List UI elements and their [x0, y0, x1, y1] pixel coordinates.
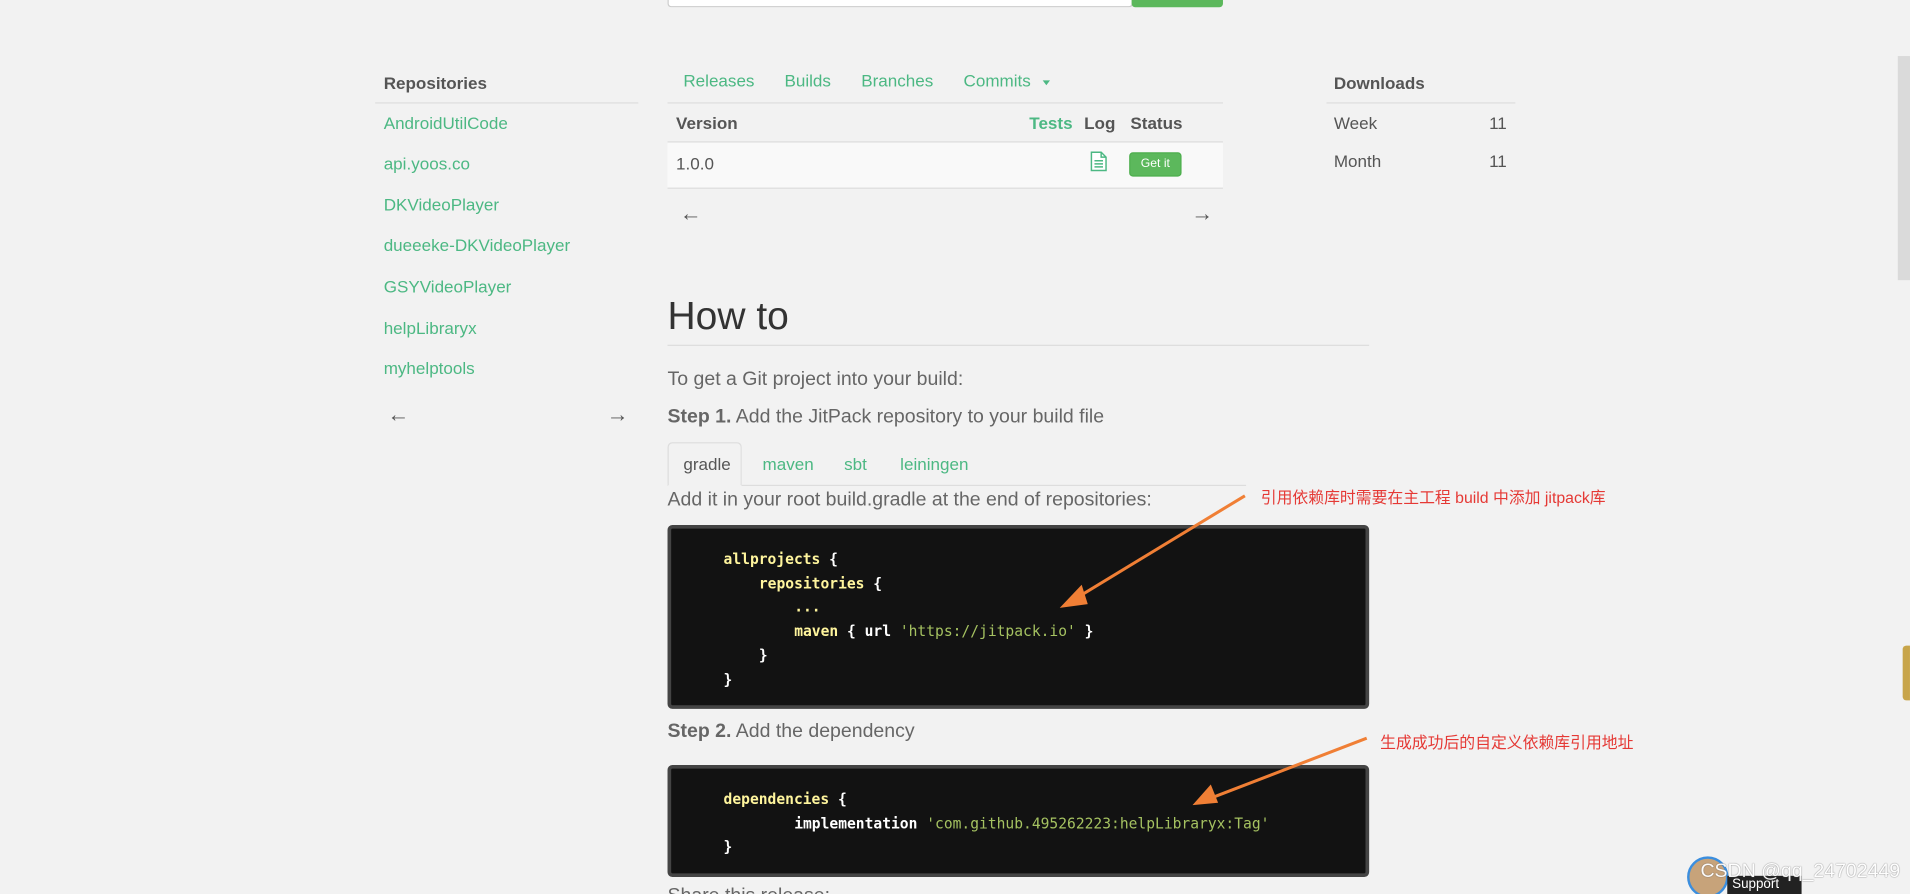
- annotation-arrows: [1059, 494, 1368, 806]
- jitpack-page: Repositories AndroidUtilCode api.yoos.co…: [0, 0, 1910, 894]
- scrollbar[interactable]: [1897, 56, 1910, 281]
- annotation-arrow-dependency: [1207, 736, 1368, 801]
- annotation-arrowhead-repository: [1059, 584, 1088, 608]
- annotation-arrow-repository: [1073, 494, 1246, 601]
- watermark-text: CSDN @qq_24702449: [1700, 861, 1901, 882]
- annotation-arrowhead-dependency: [1192, 784, 1219, 806]
- side-panel-handle[interactable]: [1902, 645, 1910, 701]
